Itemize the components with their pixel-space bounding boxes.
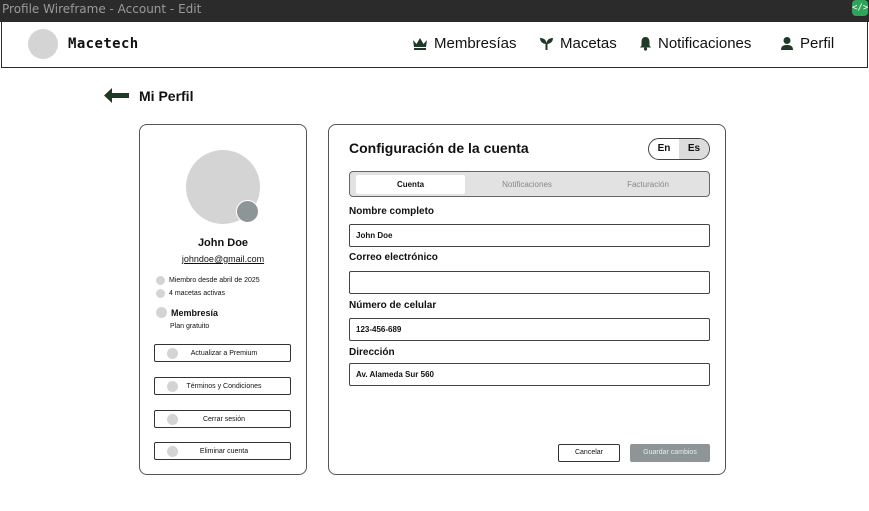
address-input[interactable]: Av. Alameda Sur 560 [349,363,710,386]
phone-input[interactable]: 123-456-689 [349,318,710,341]
plant-icon [540,37,553,50]
back-arrow-icon[interactable] [104,88,129,103]
meta-active-pots: 4 macetas activas [156,289,225,298]
brand-name[interactable]: Macetech [68,36,139,52]
full-name-label: Nombre completo [349,206,435,217]
trash-icon [167,445,178,457]
logout-button[interactable]: Cerrar sesión [154,410,291,428]
bell-icon [640,37,651,51]
logout-label: Cerrar sesión [202,415,245,423]
crown-icon [413,38,427,50]
profile-card: John Doe johndoe@gmail.com Miembro desde… [139,124,307,475]
nav-item-perfil[interactable]: Perfil [780,35,834,52]
delete-account-label: Eliminar cuenta [199,447,249,455]
terms-button[interactable]: Términos y Condiciones [154,377,291,395]
calendar-icon [156,276,165,285]
upgrade-premium-label: Actualizar a Premium [190,349,258,357]
phone-label: Número de celular [349,300,437,311]
meta-member-since: Miembro desde abril de 2025 [156,276,260,285]
nav-label-macetas: Macetas [560,35,617,52]
email-input[interactable] [349,271,710,294]
email-label: Correo electrónico [349,252,438,263]
meta-active-pots-text: 4 macetas activas [169,290,226,297]
nav-label-notificaciones: Notificaciones [658,35,752,52]
save-changes-button[interactable]: Guardar cambios [630,444,710,462]
logout-icon [167,413,178,425]
top-navbar: Macetech Membresías Macetas Notificacion… [1,22,868,68]
tab-facturacion[interactable]: Facturación [593,175,703,194]
pot-icon [156,289,165,298]
account-settings-card: Configuración de la cuenta En Es Cuenta … [328,124,726,475]
plan-name: Plan gratuito [170,323,210,330]
membership-label: Membresía [171,307,219,318]
nav-label-membresias: Membresías [434,35,517,52]
profile-name: John Doe [197,237,249,249]
page-title: Mi Perfil [139,88,194,104]
meta-member-since-text: Miembro desde abril de 2025 [169,277,260,284]
nav-item-macetas[interactable]: Macetas [539,35,617,52]
membership-icon [156,307,167,318]
delete-account-button[interactable]: Eliminar cuenta [154,442,291,460]
window-titlebar: Profile Wireframe - Account - Edit </> [0,0,869,22]
nav-item-membresias[interactable]: Membresías [412,35,517,52]
language-option-es[interactable]: Es [679,139,709,159]
membership-heading: Membresía [156,307,218,318]
tab-cuenta[interactable]: Cuenta [356,175,465,194]
address-label: Dirección [349,347,395,358]
code-icon[interactable]: </> [852,0,868,16]
language-option-en[interactable]: En [649,139,679,159]
nav-label-perfil: Perfil [800,35,835,52]
star-icon [167,347,178,359]
terms-label: Términos y Condiciones [186,382,262,390]
full-name-input[interactable]: John Doe [349,224,710,247]
document-icon [167,380,178,392]
cancel-button[interactable]: Cancelar [558,444,620,462]
language-toggle: En Es [648,138,710,160]
profile-email[interactable]: johndoe@gmail.com [140,254,306,264]
avatar-edit-badge[interactable] [236,200,259,223]
tab-notificaciones[interactable]: Notificaciones [472,175,582,194]
settings-title: Configuración de la cuenta [349,140,529,156]
window-title: Profile Wireframe - Account - Edit [2,2,202,16]
user-icon [781,37,793,50]
upgrade-premium-button[interactable]: Actualizar a Premium [154,344,291,362]
nav-item-notificaciones[interactable]: Notificaciones [639,35,751,52]
logo[interactable] [28,29,58,59]
settings-tabs: Cuenta Notificaciones Facturación [349,171,710,197]
